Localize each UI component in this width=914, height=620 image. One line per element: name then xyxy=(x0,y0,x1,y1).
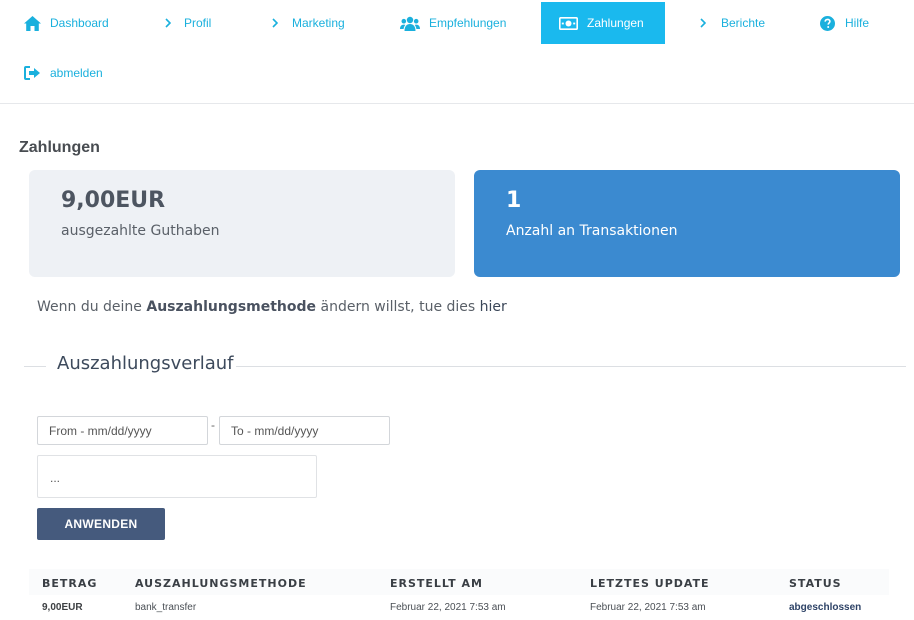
column-header-betrag[interactable]: BETRAG xyxy=(42,577,97,590)
column-header-updated[interactable]: LETZTES UPDATE xyxy=(590,577,710,590)
section-divider-left xyxy=(24,366,46,367)
balance-card: 9,00EUR ausgezahlte Guthaben xyxy=(29,170,455,277)
cell-created: Februar 22, 2021 7:53 am xyxy=(390,602,506,613)
section-divider-right xyxy=(228,366,906,367)
nav-item-hilfe[interactable]: Hilfe xyxy=(820,2,869,44)
transactions-value: 1 xyxy=(506,188,522,213)
column-header-created[interactable]: ERSTELLT AM xyxy=(390,577,483,590)
home-icon xyxy=(24,15,41,31)
column-header-status[interactable]: STATUS xyxy=(789,577,842,590)
nav-item-empfehlungen[interactable]: Empfehlungen xyxy=(400,2,506,44)
apply-button[interactable]: ANWENDEN xyxy=(37,508,165,540)
balance-value: 9,00EUR xyxy=(61,188,166,213)
transactions-label: Anzahl an Transaktionen xyxy=(506,223,678,239)
logout-icon xyxy=(24,66,41,80)
filter-select-value: ... xyxy=(50,471,61,485)
nav-label: Empfehlungen xyxy=(429,16,507,30)
history-title: Auszahlungsverlauf xyxy=(55,353,236,374)
nav-label: abmelden xyxy=(50,66,103,80)
nav-label: Profil xyxy=(184,16,212,30)
main-nav: Dashboard Profil Marketing Empfehlungen xyxy=(0,0,914,104)
chevron-right-icon xyxy=(272,18,278,28)
balance-label: ausgezahlte Guthaben xyxy=(61,223,220,239)
change-method-link[interactable]: hier xyxy=(480,299,507,315)
info-prefix: Wenn du deine xyxy=(37,299,147,315)
payout-method-info: Wenn du deine Auszahlungsmethode ändern … xyxy=(37,299,507,315)
chevron-right-icon xyxy=(700,18,706,28)
nav-label: Dashboard xyxy=(50,16,109,30)
nav-label: Zahlungen xyxy=(587,16,644,30)
to-date-input[interactable] xyxy=(219,416,390,445)
cell-status: abgeschlossen xyxy=(789,602,862,613)
chevron-right-icon xyxy=(165,18,171,28)
column-header-method[interactable]: AUSZAHLUNGSMETHODE xyxy=(135,577,307,590)
from-date-input[interactable] xyxy=(37,416,208,445)
cell-amount: 9,00EUR xyxy=(42,602,83,613)
page-title: Zahlungen xyxy=(19,139,100,156)
nav-label: Berichte xyxy=(721,16,766,30)
nav-item-zahlungen[interactable]: Zahlungen xyxy=(541,2,665,44)
nav-item-berichte[interactable]: Berichte xyxy=(700,2,765,44)
nav-item-profil[interactable]: Profil xyxy=(165,2,211,44)
transactions-card: 1 Anzahl an Transaktionen xyxy=(474,170,900,277)
money-icon xyxy=(559,16,578,30)
cell-updated: Februar 22, 2021 7:53 am xyxy=(590,602,706,613)
cell-method: bank_transfer xyxy=(135,602,197,613)
filter-select[interactable]: ... xyxy=(37,455,317,498)
help-icon xyxy=(820,15,835,31)
nav-label: Hilfe xyxy=(845,16,870,30)
date-separator: - xyxy=(211,418,215,432)
nav-item-marketing[interactable]: Marketing xyxy=(272,2,345,44)
nav-item-dashboard[interactable]: Dashboard xyxy=(24,2,109,44)
info-bold-method: Auszahlungsmethode xyxy=(146,299,317,315)
users-icon xyxy=(400,16,420,31)
nav-item-abmelden[interactable]: abmelden xyxy=(24,52,103,94)
info-middle: ändern willst, tue dies xyxy=(316,299,480,315)
nav-label: Marketing xyxy=(292,16,345,30)
